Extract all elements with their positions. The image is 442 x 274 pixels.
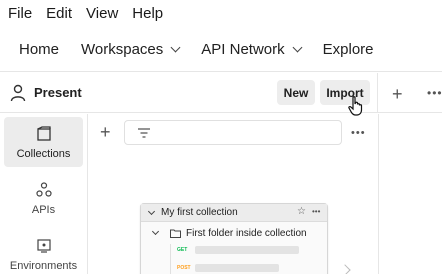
nav-workspaces-label: Workspaces: [81, 41, 164, 58]
new-tab-plus-icon[interactable]: +: [392, 84, 403, 105]
chevron-down-icon: [147, 207, 156, 216]
nav-workspaces[interactable]: Workspaces: [81, 41, 181, 58]
user-icon: [10, 84, 26, 102]
nav-api-network[interactable]: API Network: [201, 41, 303, 58]
workspace-header: Present New Import: [0, 73, 442, 113]
request-placeholder: [195, 246, 299, 254]
collection-header: My first collection ☆ •••: [141, 204, 327, 222]
request-method: POST: [177, 265, 191, 271]
apis-icon: [35, 182, 52, 197]
sidebar-item-apis[interactable]: APIs: [4, 173, 83, 223]
sidebar-item-label: Environments: [9, 260, 78, 272]
pane-divider[interactable]: [378, 114, 379, 274]
chevron-down-icon: [151, 227, 160, 236]
nav-api-network-label: API Network: [201, 41, 285, 58]
hand-cursor-icon: [348, 96, 363, 116]
folder-row: First folder inside collection: [151, 226, 307, 240]
request-row: GET: [177, 245, 299, 255]
collections-more-icon[interactable]: •••: [351, 127, 366, 139]
chevron-right-icon: [339, 264, 351, 274]
sidebar-item-label: APIs: [31, 204, 56, 216]
menu-file[interactable]: File: [8, 5, 32, 22]
nav-explore[interactable]: Explore: [323, 41, 374, 58]
request-row: POST: [177, 263, 279, 273]
request-method: GET: [177, 247, 188, 253]
tab-more-icon[interactable]: •••: [427, 86, 442, 100]
collection-illustration: My first collection ☆ ••• First folder i…: [140, 203, 328, 274]
sidebar-item-label: Collections: [16, 148, 71, 160]
sidebar: Collections APIs Environments: [0, 114, 88, 274]
workspace-bar: Present New Import: [0, 73, 378, 113]
menu-bar: File Edit View Help: [0, 0, 442, 26]
add-collection-icon[interactable]: +: [100, 122, 111, 143]
new-button[interactable]: New: [277, 80, 315, 105]
folder-icon: [170, 229, 181, 238]
app-header: Home Workspaces API Network Explore: [0, 28, 442, 72]
environments-icon: [36, 239, 51, 253]
sidebar-item-collections[interactable]: Collections: [4, 117, 83, 167]
menu-help[interactable]: Help: [132, 5, 163, 22]
more-icon: •••: [312, 207, 321, 216]
chevron-down-icon: [292, 42, 303, 53]
menu-view[interactable]: View: [86, 5, 118, 22]
tree-line: [170, 244, 171, 274]
folder-name: First folder inside collection: [186, 227, 307, 239]
nav-home-label: Home: [19, 41, 60, 58]
nav-home[interactable]: Home: [19, 41, 59, 58]
chevron-down-icon: [170, 42, 181, 53]
request-placeholder: [195, 264, 279, 272]
workspace-name[interactable]: Present: [34, 85, 82, 100]
collections-icon: [36, 126, 51, 141]
menu-edit[interactable]: Edit: [46, 5, 72, 22]
collection-search-input[interactable]: [124, 120, 342, 145]
nav-explore-label: Explore: [322, 41, 374, 58]
filter-icon[interactable]: [137, 127, 151, 139]
star-icon: ☆: [297, 206, 306, 217]
sidebar-item-environments[interactable]: Environments: [4, 229, 83, 274]
collection-title: My first collection: [161, 207, 238, 218]
